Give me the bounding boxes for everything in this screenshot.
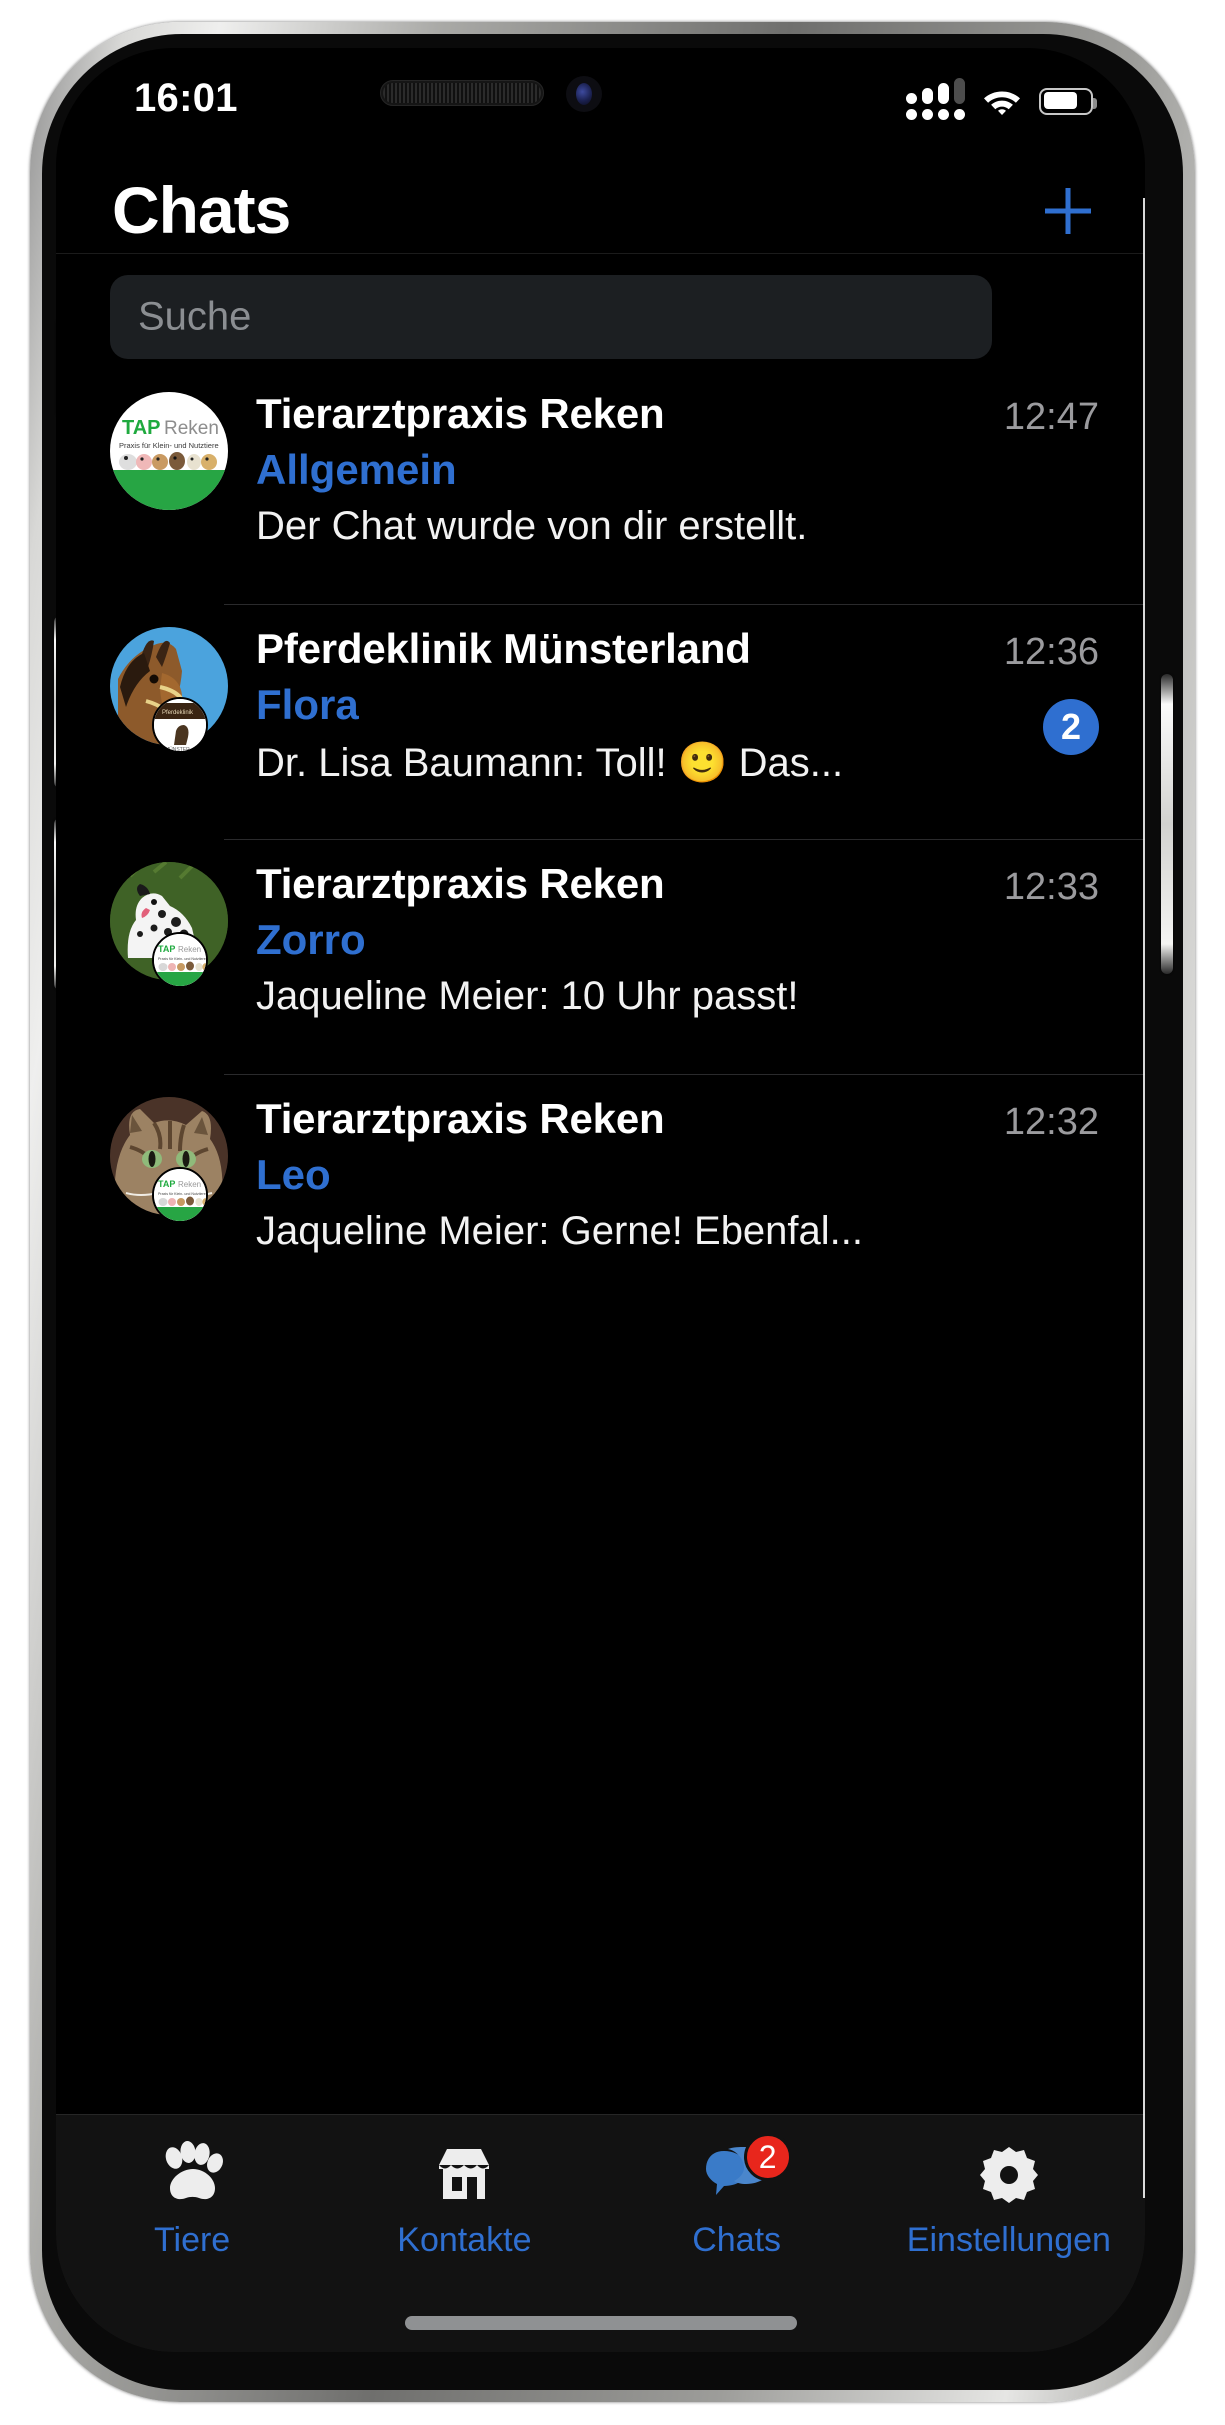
- power-button[interactable]: [1161, 674, 1173, 974]
- tab-unread-badge: 2: [743, 2133, 792, 2181]
- chat-preview: Der Chat wurde von dir erstellt.: [256, 504, 808, 548]
- paw-icon: [153, 2141, 231, 2207]
- chat-text-block: Tierarztpraxis Reken Leo Jaqueline Meier…: [256, 1095, 1005, 1254]
- chat-list-item[interactable]: TAP Reken Praxis für Klein- und Nutztier…: [56, 840, 1145, 1075]
- phone-device-frame: 16:01 Chats Suche TAP Reken Praxis für K…: [30, 22, 1195, 2402]
- chat-list-item[interactable]: TAP Reken Praxis für Klein- und Nutztier…: [56, 370, 1145, 605]
- gear-icon: [970, 2141, 1048, 2207]
- status-bar-time: 16:01: [134, 76, 238, 120]
- chat-timestamp: 12:32: [1003, 1101, 1099, 1143]
- svg-text:TAP: TAP: [122, 417, 161, 439]
- svg-text:TAP: TAP: [158, 1179, 175, 1189]
- chat-preview: Jaqueline Meier: 10 Uhr passt!: [256, 974, 799, 1018]
- tab-label: Kontakte: [397, 2221, 532, 2259]
- svg-text:TAP: TAP: [158, 944, 175, 954]
- chat-subject: Allgemein: [256, 446, 457, 493]
- unread-count-badge: 2: [1043, 699, 1099, 755]
- chat-avatar-group-badge: TAP Reken Praxis für Klein- und Nutztier…: [152, 1167, 208, 1223]
- new-chat-plus-icon[interactable]: [1037, 180, 1099, 242]
- chat-title: Tierarztpraxis Reken: [256, 1095, 665, 1142]
- battery-cap: [1093, 97, 1097, 109]
- phone-screen: 16:01 Chats Suche TAP Reken Praxis für K…: [56, 48, 1145, 2352]
- cellular-dual-sim-icon: [906, 78, 965, 120]
- chat-timestamp: 12:47: [1003, 396, 1099, 438]
- tierarztpraxis-reken-logo-badge-icon: TAP Reken Praxis für Klein- und Nutztier…: [154, 1169, 206, 1221]
- store-icon: [425, 2141, 503, 2207]
- status-bar-indicators: [906, 78, 1097, 120]
- tab-einstellungen[interactable]: Einstellungen: [873, 2141, 1145, 2260]
- front-camera-icon: [566, 76, 602, 112]
- svg-text:Reken: Reken: [178, 945, 201, 954]
- search-bar-container: Suche: [56, 263, 1145, 373]
- chat-avatar-group-badge: TAP Reken Praxis für Klein- und Nutztier…: [152, 932, 208, 988]
- chat-title: Tierarztpraxis Reken: [256, 860, 665, 907]
- status-bar: 16:01: [56, 48, 1145, 158]
- tab-chats[interactable]: 2 Chats: [601, 2133, 873, 2260]
- home-indicator[interactable]: [404, 2316, 797, 2330]
- chat-text-block: Pferdeklinik Münsterland Flora Dr. Lisa …: [256, 625, 1005, 786]
- chat-text-block: Tierarztpraxis Reken Allgemein Der Chat …: [256, 390, 1005, 549]
- pferdeklinik-logo-badge-icon: Pferdeklinik MÜNSTER: [154, 699, 206, 753]
- tierarztpraxis-reken-logo-avatar: TAP Reken Praxis für Klein- und Nutztier…: [110, 392, 228, 510]
- chat-list-item[interactable]: TAP Reken Praxis für Klein- und Nutztier…: [56, 1075, 1145, 1310]
- bottom-tab-bar: Tiere Kontakte 2 Chats Einstellungen: [56, 2114, 1145, 2352]
- chat-list-item[interactable]: Pferdeklinik MÜNSTER Pferdeklinik Münste…: [56, 605, 1145, 840]
- chat-text-block: Tierarztpraxis Reken Zorro Jaqueline Mei…: [256, 860, 1005, 1019]
- tab-label: Tiere: [154, 2221, 231, 2259]
- page-title: Chats: [112, 173, 291, 247]
- dynamic-island-speaker: [380, 80, 544, 106]
- tab-label: Einstellungen: [906, 2221, 1111, 2259]
- tab-kontakte[interactable]: Kontakte: [328, 2141, 600, 2260]
- battery-fill-level: [1043, 92, 1077, 109]
- search-placeholder-text: Suche: [138, 294, 252, 339]
- tab-label: Chats: [692, 2221, 782, 2259]
- chat-subject: Flora: [256, 681, 359, 728]
- svg-text:Reken: Reken: [164, 418, 219, 439]
- search-input[interactable]: Suche: [110, 275, 992, 359]
- svg-text:Pferdeklinik: Pferdeklinik: [162, 710, 194, 716]
- chat-bubbles-icon: 2: [698, 2133, 792, 2207]
- chat-list[interactable]: TAP Reken Praxis für Klein- und Nutztier…: [56, 370, 1145, 2114]
- chat-preview: Jaqueline Meier: Gerne! Ebenfal...: [256, 1209, 864, 1253]
- chat-subject: Zorro: [256, 916, 366, 963]
- chat-preview: Dr. Lisa Baumann: Toll! 🙂 Das...: [256, 741, 844, 785]
- tab-tiere[interactable]: Tiere: [56, 2141, 328, 2260]
- chat-avatar: TAP Reken Praxis für Klein- und Nutztier…: [110, 392, 228, 510]
- chat-timestamp: 12:33: [1003, 866, 1099, 908]
- tierarztpraxis-reken-logo-badge-icon: TAP Reken Praxis für Klein- und Nutztier…: [154, 934, 206, 986]
- chat-subject: Leo: [256, 1151, 331, 1198]
- chat-title: Tierarztpraxis Reken: [256, 390, 665, 437]
- svg-text:Praxis für Klein- und Nutztier: Praxis für Klein- und Nutztiere: [158, 1192, 206, 1196]
- earpiece-speaker-grille: [383, 83, 541, 103]
- chat-avatar-group-badge: Pferdeklinik MÜNSTER: [152, 697, 208, 753]
- svg-text:Praxis für Klein- und Nutztier: Praxis für Klein- und Nutztiere: [158, 957, 206, 961]
- navigation-header: Chats: [56, 158, 1145, 254]
- wifi-icon: [984, 91, 1020, 115]
- chat-title: Pferdeklinik Münsterland: [256, 625, 751, 672]
- battery-icon: [1039, 87, 1097, 115]
- svg-text:Praxis für Klein- und Nutztier: Praxis für Klein- und Nutztiere: [119, 441, 219, 450]
- svg-text:MÜNSTER: MÜNSTER: [165, 746, 190, 753]
- chat-timestamp: 12:36: [1003, 631, 1099, 673]
- svg-text:Reken: Reken: [178, 1180, 201, 1189]
